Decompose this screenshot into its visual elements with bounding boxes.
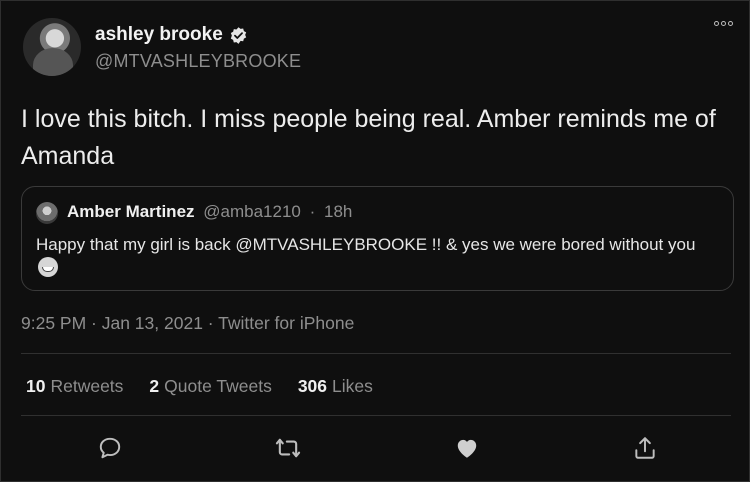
likes-label: Likes [332, 376, 373, 396]
quoted-header: Amber Martinez @amba1210 · 18h [67, 202, 352, 222]
retweet-icon[interactable] [274, 434, 302, 462]
likes-count: 306 [297, 376, 328, 396]
avatar[interactable] [23, 18, 81, 76]
retweets-label: Retweets [50, 376, 124, 396]
quotes-label: Quote Tweets [164, 376, 272, 396]
divider [21, 415, 731, 416]
tweet-timestamp[interactable]: 9:25 PM · Jan 13, 2021 · Twitter for iPh… [21, 313, 354, 334]
quote-tweets-stat[interactable]: 2 Quote Tweets [149, 376, 271, 397]
share-icon[interactable] [631, 434, 659, 462]
tweet-card: ashley brooke @MTVASHLEYBROOKE I love th… [0, 0, 750, 482]
author-handle[interactable]: @MTVASHLEYBROOKE [95, 51, 301, 72]
quoted-text: Happy that my girl is back @MTVASHLEYBRO… [36, 235, 696, 254]
quotes-count: 2 [149, 376, 160, 396]
engagement-stats: 10 Retweets 2 Quote Tweets 306 Likes [26, 376, 373, 397]
quoted-name: Amber Martinez [67, 202, 195, 221]
quoted-text-block: Happy that my girl is back @MTVASHLEYBRO… [36, 233, 716, 281]
action-bar [1, 434, 750, 462]
verified-badge-icon [230, 26, 246, 44]
divider [21, 353, 731, 354]
quoted-handle: @amba1210 [203, 202, 301, 221]
grinning-sweat-emoji-icon [38, 257, 58, 277]
quoted-separator: · [309, 202, 316, 221]
display-name[interactable]: ashley brooke [95, 24, 223, 46]
likes-stat[interactable]: 306 Likes [298, 376, 373, 397]
retweets-count: 10 [26, 376, 46, 396]
author-name-row: ashley brooke [95, 24, 248, 46]
quoted-tweet[interactable]: Amber Martinez @amba1210 · 18h Happy tha… [21, 186, 734, 291]
more-options-icon[interactable] [714, 21, 733, 26]
reply-icon[interactable] [96, 434, 124, 462]
quoted-time: 18h [324, 202, 353, 221]
like-icon[interactable] [453, 434, 481, 462]
tweet-text: I love this bitch. I miss people being r… [21, 105, 716, 170]
quoted-avatar [36, 202, 58, 224]
retweets-stat[interactable]: 10 Retweets [26, 376, 123, 397]
